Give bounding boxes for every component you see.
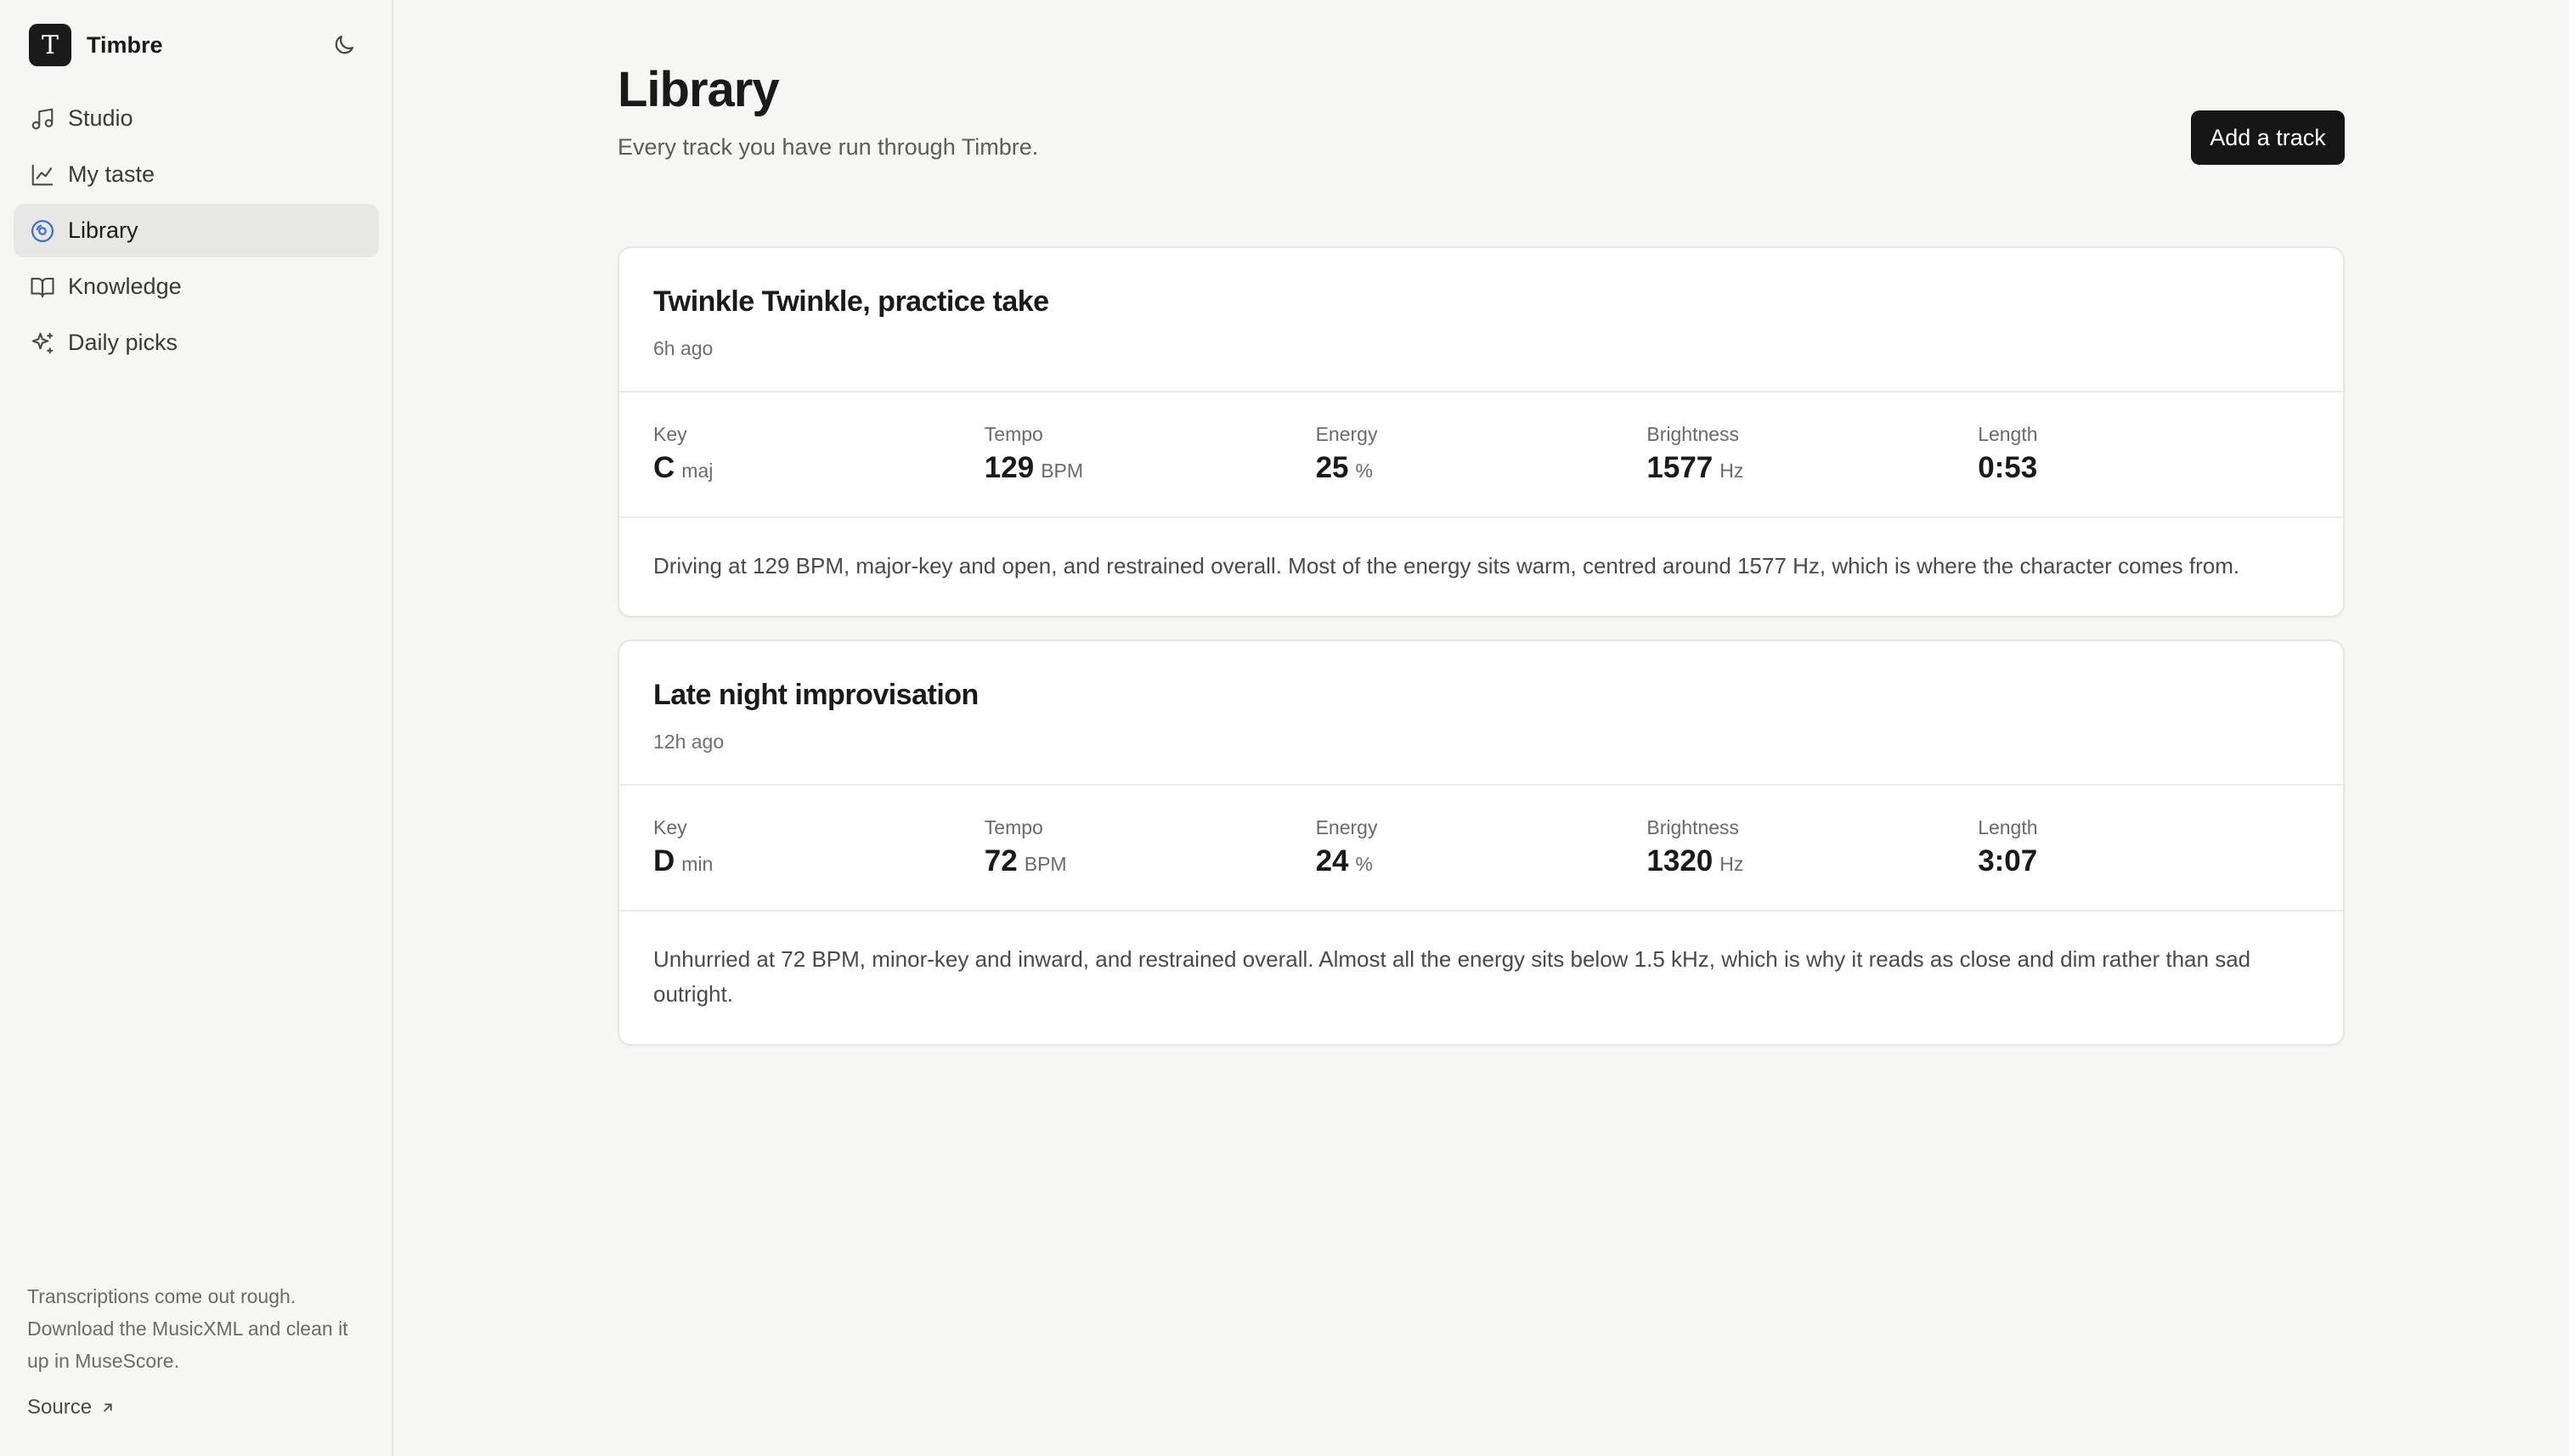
page-subtitle: Every track you have run through Timbre. <box>618 134 1039 160</box>
metric-energy: Energy 25 % <box>1316 423 1647 516</box>
metric-brightness: Brightness 1577 Hz <box>1646 423 1978 516</box>
metric-value: 0:53 <box>1978 451 2309 485</box>
metric-unit: BPM <box>1024 853 1067 875</box>
disc-icon <box>29 217 56 245</box>
moon-icon <box>335 35 354 54</box>
metric-brightness: Brightness 1320 Hz <box>1646 816 1978 910</box>
track-list: Twinkle Twinkle, practice take 6h ago Ke… <box>618 246 2345 1068</box>
metric-number: 1320 <box>1646 844 1714 878</box>
brand[interactable]: T Timbre <box>29 24 163 66</box>
sidebar: T Timbre Studio My taste Library Knowled… <box>0 0 393 1456</box>
metric-label: Brightness <box>1646 423 1740 445</box>
metric-unit: Hz <box>1719 853 1744 875</box>
track-description: Driving at 129 BPM, major-key and open, … <box>653 553 2240 578</box>
book-icon <box>29 274 56 301</box>
sidebar-item-label: My taste <box>68 161 155 187</box>
metric-unit: % <box>1355 460 1373 482</box>
metric-unit: % <box>1355 853 1373 875</box>
metric-number: 3:07 <box>1978 844 2038 878</box>
metric-value: 24 % <box>1316 844 1647 878</box>
metric-unit: maj <box>681 460 714 482</box>
app-window: T Timbre Studio My taste Library Knowled… <box>0 0 2569 1456</box>
music-note-icon <box>29 105 56 133</box>
sidebar-footer-note: Transcriptions come out rough. Download … <box>27 1285 348 1372</box>
metric-tempo: Tempo 72 BPM <box>985 816 1316 910</box>
metric-number: D <box>653 844 675 878</box>
metric-label: Tempo <box>984 423 1043 445</box>
metric-unit: Hz <box>1719 460 1744 482</box>
metric-tempo: Tempo 129 BPM <box>985 423 1316 516</box>
sidebar-item-label: Library <box>68 217 138 243</box>
track-title[interactable]: Late night improvisation <box>653 679 2309 712</box>
track-card-header: Late night improvisation 12h ago <box>619 641 2343 786</box>
sidebar-item-studio[interactable]: Studio <box>14 92 379 145</box>
metric-key: Key C maj <box>653 423 985 516</box>
metric-value: 72 BPM <box>985 844 1316 878</box>
sidebar-item-library[interactable]: Library <box>14 204 379 257</box>
metric-length: Length 0:53 <box>1978 423 2309 516</box>
sidebar-footer: Transcriptions come out rough. Download … <box>27 1280 367 1419</box>
metric-label: Energy <box>1315 423 1378 445</box>
metric-number: 72 <box>984 844 1018 878</box>
track-timestamp: 6h ago <box>653 337 714 359</box>
track-metrics: Key C maj Tempo 129 BPM Energy 25 % Brig… <box>619 392 2343 518</box>
metric-key: Key D min <box>653 816 985 910</box>
track-timestamp: 12h ago <box>653 731 725 753</box>
main-content: Library Every track you have run through… <box>393 0 2569 1456</box>
metric-label: Length <box>1978 423 2038 445</box>
track-metrics: Key D min Tempo 72 BPM Energy 24 % Brigh… <box>619 786 2343 911</box>
metric-unit: BPM <box>1041 460 1084 482</box>
metric-value: 1320 Hz <box>1646 844 1978 878</box>
metric-label: Energy <box>1315 816 1378 838</box>
metric-value: C maj <box>653 451 985 485</box>
metric-label: Length <box>1978 816 2038 838</box>
sidebar-item-label: Studio <box>68 105 133 131</box>
metric-label: Key <box>653 423 687 445</box>
theme-toggle-button[interactable] <box>328 29 360 61</box>
track-title[interactable]: Twinkle Twinkle, practice take <box>653 285 2309 319</box>
track-card[interactable]: Twinkle Twinkle, practice take 6h ago Ke… <box>618 246 2345 618</box>
metric-value: 25 % <box>1316 451 1647 485</box>
track-card[interactable]: Late night improvisation 12h ago Key D m… <box>618 640 2345 1046</box>
sidebar-nav: Studio My taste Library Knowledge Daily … <box>14 92 379 372</box>
track-description: Unhurried at 72 BPM, minor-key and inwar… <box>653 946 2251 1007</box>
metric-value: 1577 Hz <box>1646 451 1978 485</box>
metric-value: 3:07 <box>1978 844 2309 878</box>
metric-number: 24 <box>1315 844 1349 878</box>
metric-label: Brightness <box>1646 816 1740 838</box>
external-arrow-icon <box>104 1403 112 1412</box>
track-card-header: Twinkle Twinkle, practice take 6h ago <box>619 248 2343 392</box>
app-name: Timbre <box>87 31 163 58</box>
source-link[interactable]: Source <box>27 1396 367 1419</box>
sidebar-item-label: Daily picks <box>68 330 178 355</box>
metric-energy: Energy 24 % <box>1316 816 1647 910</box>
sidebar-item-label: Knowledge <box>68 274 182 299</box>
page-title: Library <box>618 62 780 117</box>
metric-value: 129 BPM <box>985 451 1316 485</box>
sidebar-item-knowledge[interactable]: Knowledge <box>14 260 379 313</box>
sidebar-item-daily-picks[interactable]: Daily picks <box>14 316 379 370</box>
metric-value: D min <box>653 844 985 878</box>
app-logo: T <box>29 24 71 66</box>
metric-number: 0:53 <box>1978 451 2038 484</box>
metric-number: 129 <box>984 451 1035 484</box>
line-chart-icon <box>29 161 56 189</box>
metric-number: 25 <box>1315 451 1349 484</box>
metric-number: 1577 <box>1646 451 1714 484</box>
metric-label: Key <box>653 816 687 838</box>
sparkle-icon <box>29 330 56 357</box>
add-track-button[interactable]: Add a track <box>2191 110 2345 165</box>
sidebar-item-my-taste[interactable]: My taste <box>14 148 379 201</box>
source-link-label: Source <box>27 1396 93 1419</box>
metric-unit: min <box>681 853 714 875</box>
metric-length: Length 3:07 <box>1978 816 2309 910</box>
metric-label: Tempo <box>984 816 1043 838</box>
metric-number: C <box>653 451 675 484</box>
